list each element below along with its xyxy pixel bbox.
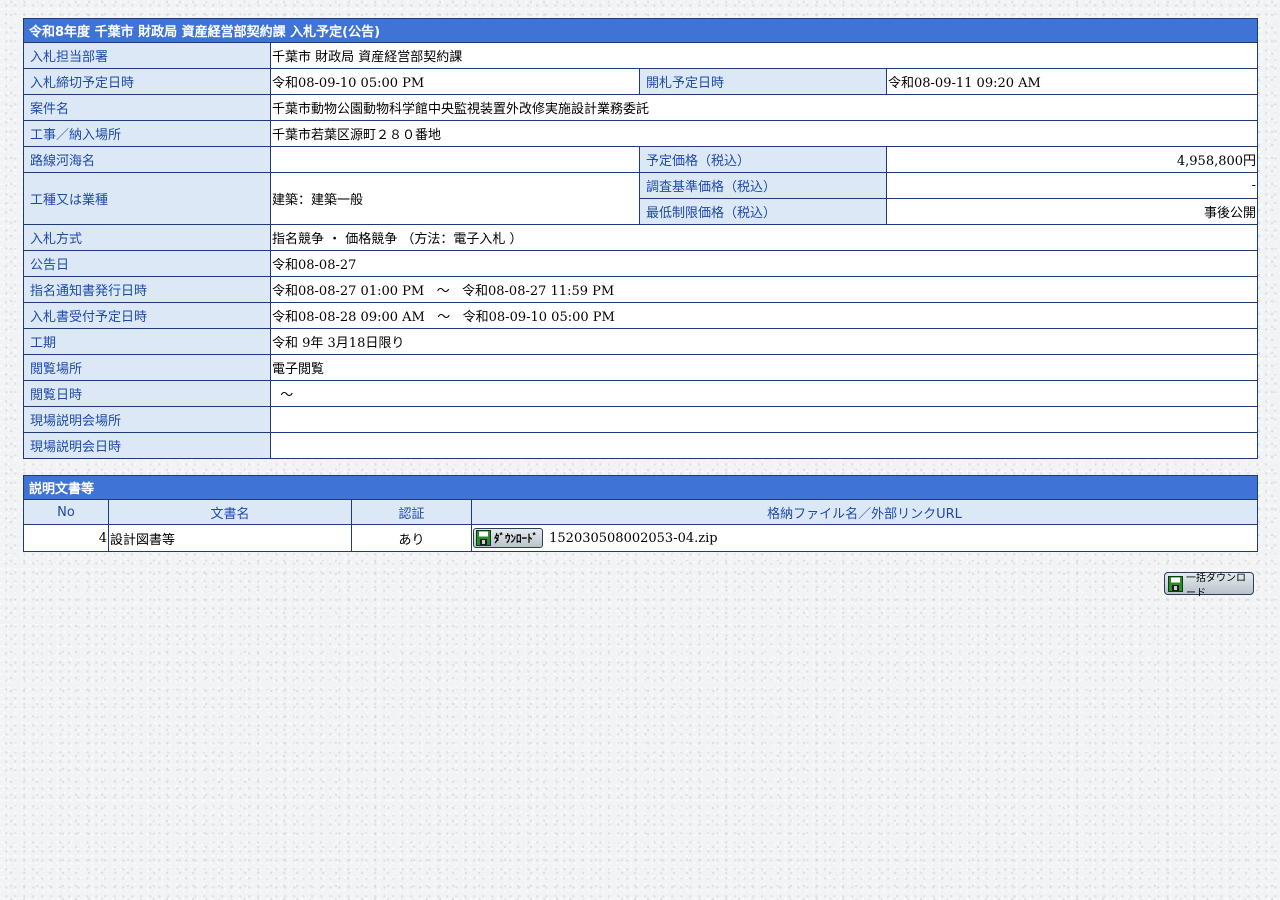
download-button[interactable]: ﾀﾞｳﾝﾛｰﾄﾞ	[473, 528, 543, 548]
notice-issue-value: 令和08-08-27 01:00 PM ～ 令和08-08-27 11:59 P…	[269, 276, 1259, 303]
site-place-value	[269, 406, 1259, 433]
survey-price-value: -	[885, 172, 1259, 199]
opening-value: 令和08-09-11 09:20 AM	[885, 68, 1259, 95]
col-header-auth: 認証	[351, 499, 472, 525]
opening-label: 開札予定日時	[639, 68, 887, 95]
period-value: 令和 9年 3月18日限り	[269, 328, 1259, 355]
viewing-place-label: 閲覧場所	[23, 354, 271, 381]
doc-name: 設計図書等	[108, 524, 352, 552]
dept-label: 入札担当部署	[23, 42, 271, 69]
period-label: 工期	[23, 328, 271, 355]
location-value: 千葉市若葉区源町２８０番地	[269, 120, 1259, 147]
documents-table: 説明文書等 No 文書名 認証 格納ファイル名／外部リンクURL 4 設計図書等…	[22, 475, 1259, 552]
viewing-date-label: 閲覧日時	[23, 380, 271, 407]
case-name-label: 案件名	[23, 94, 271, 121]
floppy-download-icon	[476, 530, 491, 546]
bulk-download-button[interactable]: 一括ダウンロード	[1164, 572, 1254, 599]
site-date-label: 現場説明会日時	[23, 432, 271, 459]
deadline-value: 令和08-09-10 05:00 PM	[270, 68, 640, 95]
location-label: 工事／納入場所	[23, 120, 271, 147]
survey-price-label: 調査基準価格（税込）	[639, 172, 887, 199]
route-label: 路線河海名	[23, 146, 271, 173]
planned-price-value: 4,958,800円	[885, 146, 1259, 173]
notice-title: 令和8年度 千葉市 財政局 資産経営部契約課 入札予定(公告)	[22, 18, 1259, 43]
file-name: 152030508002053-04.zip	[549, 530, 718, 546]
bid-receipt-label: 入札書受付予定日時	[23, 302, 271, 329]
bid-notice-table: 令和8年度 千葉市 財政局 資産経営部契約課 入札予定(公告) 入札担当部署 千…	[22, 18, 1259, 459]
floppy-download-icon	[1168, 575, 1183, 592]
case-name-value: 千葉市動物公園動物科学館中央監視装置外改修実施設計業務委託	[269, 94, 1259, 121]
site-date-value	[269, 432, 1259, 459]
viewing-place-value: 電子閲覧	[269, 354, 1259, 381]
documents-title: 説明文書等	[22, 475, 1259, 500]
min-price-label: 最低制限価格（税込）	[639, 198, 887, 225]
doc-no: 4	[23, 524, 109, 552]
method-label: 入札方式	[23, 224, 271, 251]
table-row: 4 設計図書等 あり ﾀﾞｳﾝﾛｰﾄﾞ 152030508002053-04.z…	[23, 524, 1259, 552]
col-header-no: No	[23, 499, 109, 525]
col-header-file: 格納ファイル名／外部リンクURL	[470, 499, 1259, 525]
notice-issue-label: 指名通知書発行日時	[23, 276, 271, 303]
bulk-download-label: 一括ダウンロード	[1186, 572, 1246, 599]
viewing-date-value: ～	[269, 380, 1259, 407]
work-type-label: 工種又は業種	[23, 172, 271, 225]
col-header-name: 文書名	[108, 499, 352, 525]
work-type-value: 建築：建築一般	[270, 172, 640, 225]
deadline-label: 入札締切予定日時	[23, 68, 271, 95]
doc-file-cell: ﾀﾞｳﾝﾛｰﾄﾞ 152030508002053-04.zip	[470, 524, 1259, 552]
announce-date-value: 令和08-08-27	[269, 250, 1259, 277]
doc-auth: あり	[351, 524, 472, 552]
bid-receipt-value: 令和08-08-28 09:00 AM ～ 令和08-09-10 05:00 P…	[269, 302, 1259, 329]
min-price-value: 事後公開	[885, 198, 1259, 225]
planned-price-label: 予定価格（税込）	[639, 146, 887, 173]
announce-date-label: 公告日	[23, 250, 271, 277]
method-value: 指名競争 ・ 価格競争 （方法：電子入札 ）	[269, 224, 1259, 251]
dept-value: 千葉市 財政局 資産経営部契約課	[269, 42, 1259, 69]
download-button-label: ﾀﾞｳﾝﾛｰﾄﾞ	[494, 532, 538, 545]
site-place-label: 現場説明会場所	[23, 406, 271, 433]
route-value	[270, 146, 640, 173]
